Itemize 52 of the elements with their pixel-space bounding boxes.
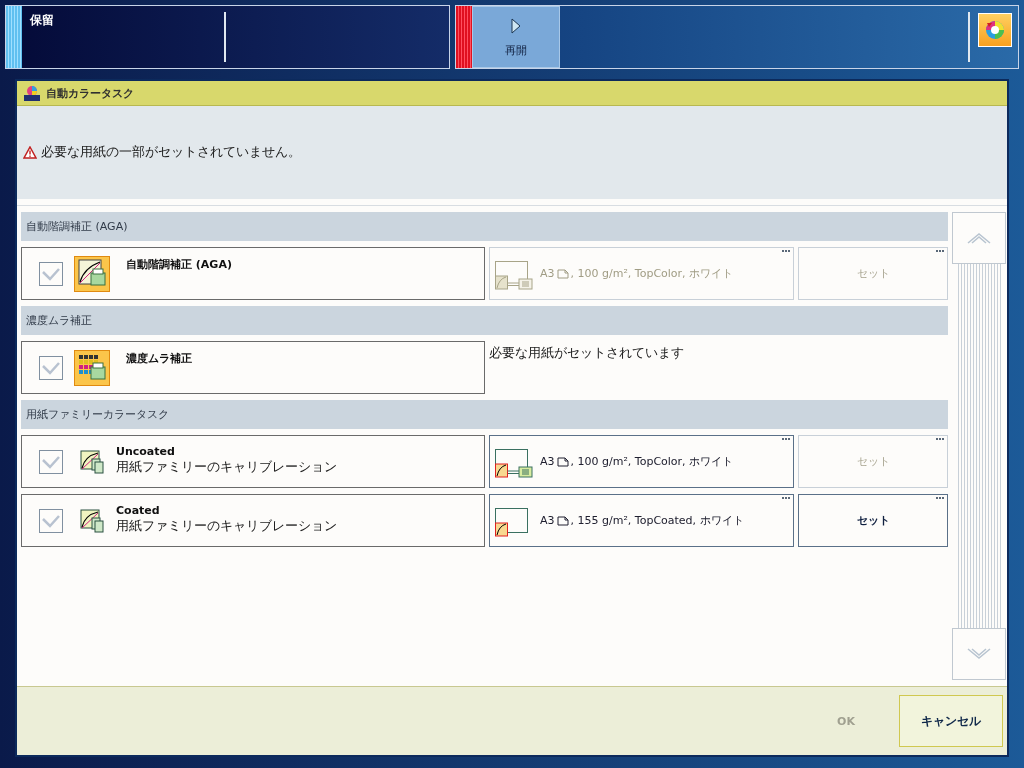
color-wheel-button[interactable] [978, 13, 1012, 47]
curve-pages-icon [80, 449, 104, 474]
paper-tray-icon [494, 447, 534, 480]
paper-details: , 100 g/m², TopColor, ホワイト [570, 454, 734, 469]
checkbox[interactable] [39, 261, 63, 286]
paper-orientation-icon [556, 456, 569, 467]
grid-printer-icon [74, 349, 110, 386]
paper-size: A3 [540, 514, 555, 527]
checkbox[interactable] [39, 355, 63, 380]
scroll-up-button[interactable] [952, 212, 1006, 264]
task-title: Uncoated [116, 445, 176, 458]
paper-selector[interactable]: A3 , 100 g/m², TopColor, ホワイト [489, 435, 794, 488]
section-header: 用紙ファミリーカラータスク [21, 400, 948, 429]
scroll-down-button[interactable] [952, 628, 1006, 680]
paper-orientation-icon [556, 268, 569, 279]
paper-details: , 155 g/m², TopCoated, ホワイト [570, 513, 744, 528]
task-card[interactable]: 自動階調補正 (AGA) [21, 247, 485, 300]
task-title: 濃度ムラ補正 [126, 351, 192, 366]
task-card[interactable]: 濃度ムラ補正 [21, 341, 485, 394]
paper-details: , 100 g/m², TopColor, ホワイト [570, 266, 734, 281]
paper-selector[interactable]: A3 , 155 g/m², TopCoated, ホワイト [489, 494, 794, 547]
section-header: 濃度ムラ補正 [21, 306, 948, 335]
curve-pages-icon [80, 508, 104, 533]
task-subtitle: 用紙ファミリーのキャリブレーション [116, 459, 337, 476]
paper-tray-icon [494, 259, 534, 292]
status-label: 保留 [29, 12, 55, 29]
cancel-button[interactable]: キャンセル [899, 695, 1003, 747]
chevron-down-icon [967, 648, 991, 660]
warning-message: 必要な用紙の一部がセットされていません。 [41, 144, 301, 161]
paper-size: A3 [540, 455, 555, 468]
paper-orientation-icon [556, 515, 569, 526]
curve-printer-icon [74, 255, 110, 292]
set-button[interactable]: セット [798, 494, 948, 547]
task-card[interactable]: Coated 用紙ファミリーのキャリブレーション [21, 494, 485, 547]
checkbox[interactable] [39, 508, 63, 533]
resume-button[interactable]: 再開 [472, 6, 560, 68]
auto-color-icon [24, 85, 40, 101]
section-header: 自動階調補正 (AGA) [21, 212, 948, 241]
chevron-up-icon [967, 232, 991, 244]
dialog-title: 自動カラータスク [46, 85, 134, 101]
task-title: Coated [116, 504, 161, 517]
color-wheel-icon [984, 19, 1006, 41]
warning-icon [23, 146, 37, 159]
status-message: 必要な用紙がセットされています [489, 344, 685, 362]
paper-size: A3 [540, 267, 555, 280]
task-title: 自動階調補正 (AGA) [126, 257, 232, 272]
task-subtitle: 用紙ファミリーのキャリブレーション [116, 518, 337, 535]
task-card[interactable]: Uncoated 用紙ファミリーのキャリブレーション [21, 435, 485, 488]
status-indicator-stripe [6, 6, 22, 68]
play-icon [511, 17, 521, 34]
checkbox[interactable] [39, 449, 63, 474]
status-indicator-stripe [456, 6, 472, 68]
